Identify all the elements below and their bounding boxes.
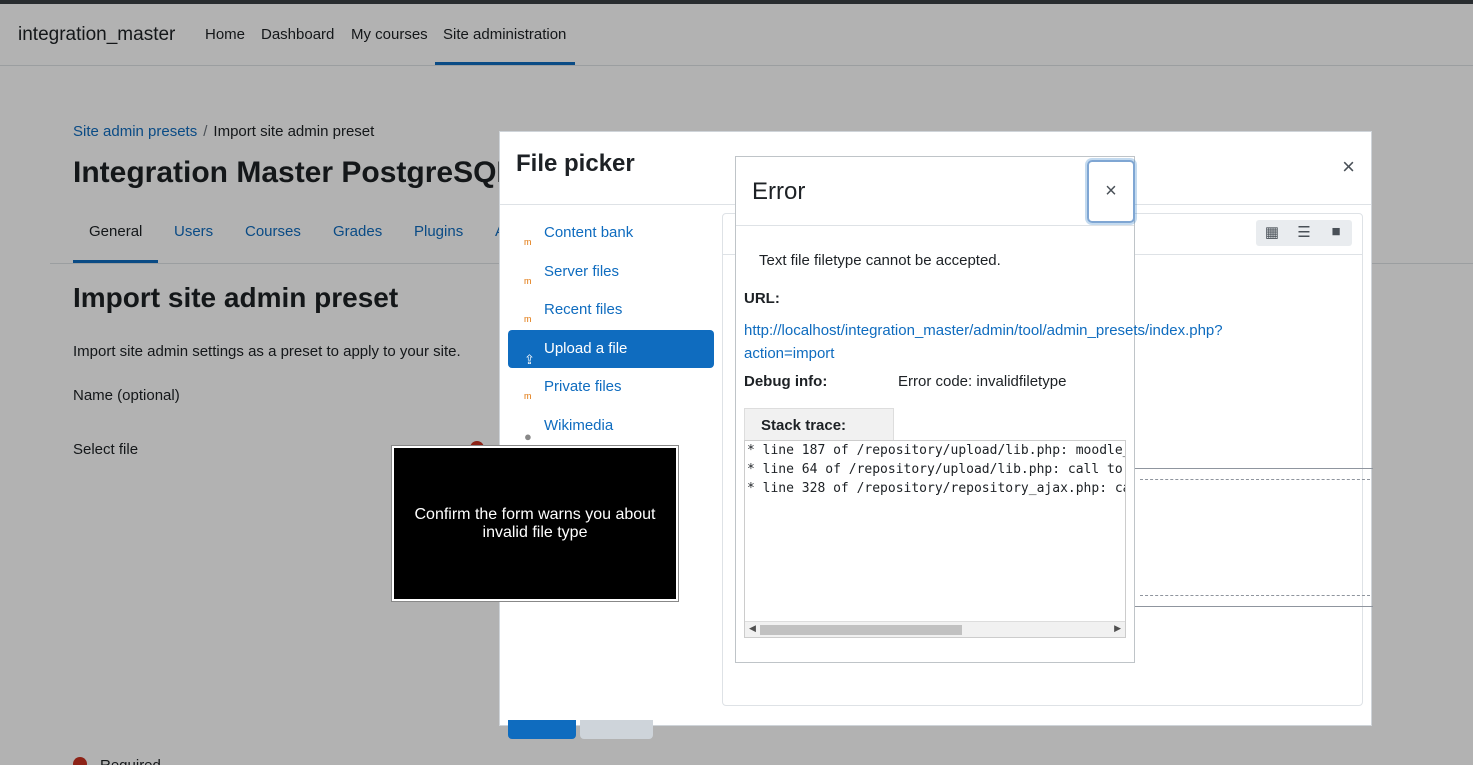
repo-label: Wikimedia <box>544 416 614 434</box>
stack-trace-box[interactable]: * line 187 of /repository/upload/lib.php… <box>744 440 1126 638</box>
file-picker-title: File picker <box>516 150 635 177</box>
repo-label: Server files <box>544 262 620 280</box>
dropzone-border <box>1133 468 1373 469</box>
error-url-line: http://localhost/integration_master/admi… <box>744 322 1223 339</box>
repo-upload-a-file[interactable]: ⇪ Upload a file <box>508 329 714 368</box>
divider <box>736 225 1134 226</box>
list-view-icon[interactable]: ☰ <box>1289 223 1319 241</box>
repo-content-bank[interactable]: ᵐ Content bank <box>508 214 714 253</box>
debug-info-label: Debug info: <box>744 373 828 390</box>
scroll-left-icon[interactable]: ◀ <box>749 623 756 634</box>
error-message: Text file filetype cannot be accepted. <box>759 252 1001 269</box>
stack-trace-toggle[interactable]: Stack trace: <box>744 408 894 440</box>
repo-label: Recent files <box>544 301 623 318</box>
upload-submit-button[interactable] <box>508 720 576 739</box>
error-dialog: Error × Text file filetype cannot be acc… <box>735 156 1223 663</box>
instruction-tooltip: Confirm the form warns you about invalid… <box>392 446 678 601</box>
stack-trace-line: * line 328 of /repository/repository_aja… <box>747 481 1125 496</box>
url-label: URL: <box>744 290 780 307</box>
dropzone-dashed-border <box>1140 479 1370 480</box>
repo-label: Content bank <box>544 224 634 241</box>
dropzone-dashed-border <box>1140 595 1370 596</box>
repo-server-files[interactable]: ᵐ Server files <box>508 253 714 292</box>
horizontal-scrollbar[interactable]: ◀ ▶ <box>745 621 1125 637</box>
repository-list: ᵐ Content bank ᵐ Server files ᵐ Recent f… <box>508 214 714 445</box>
repo-private-files[interactable]: ᵐ Private files <box>508 368 714 407</box>
view-toolbar: ▦ ☰ ■ <box>1256 220 1352 246</box>
stack-trace-line: * line 187 of /repository/upload/lib.php… <box>747 443 1125 458</box>
repo-label: Upload a file <box>544 339 628 357</box>
folder-view-icon[interactable]: ■ <box>1321 223 1351 240</box>
stack-trace-line: * line 64 of /repository/upload/lib.php:… <box>747 462 1125 477</box>
error-title: Error <box>752 178 806 205</box>
grid-view-icon[interactable]: ▦ <box>1257 223 1287 241</box>
repo-label: Private files <box>544 378 622 395</box>
upload-cancel-button[interactable] <box>580 720 653 739</box>
repo-wikimedia[interactable]: ● Wikimedia <box>508 407 714 446</box>
dropzone-border <box>1133 606 1373 607</box>
scroll-right-icon[interactable]: ▶ <box>1114 623 1121 634</box>
file-picker-close-icon[interactable]: × <box>1342 154 1355 180</box>
repo-recent-files[interactable]: ᵐ Recent files <box>508 291 714 330</box>
error-url-link[interactable]: http://localhost/integration_master/admi… <box>744 319 1234 365</box>
scrollbar-thumb[interactable] <box>760 625 962 635</box>
debug-info-value: Error code: invalidfiletype <box>898 373 1067 390</box>
error-close-button[interactable]: × <box>1087 160 1135 223</box>
error-url-line: action=import <box>744 345 835 362</box>
